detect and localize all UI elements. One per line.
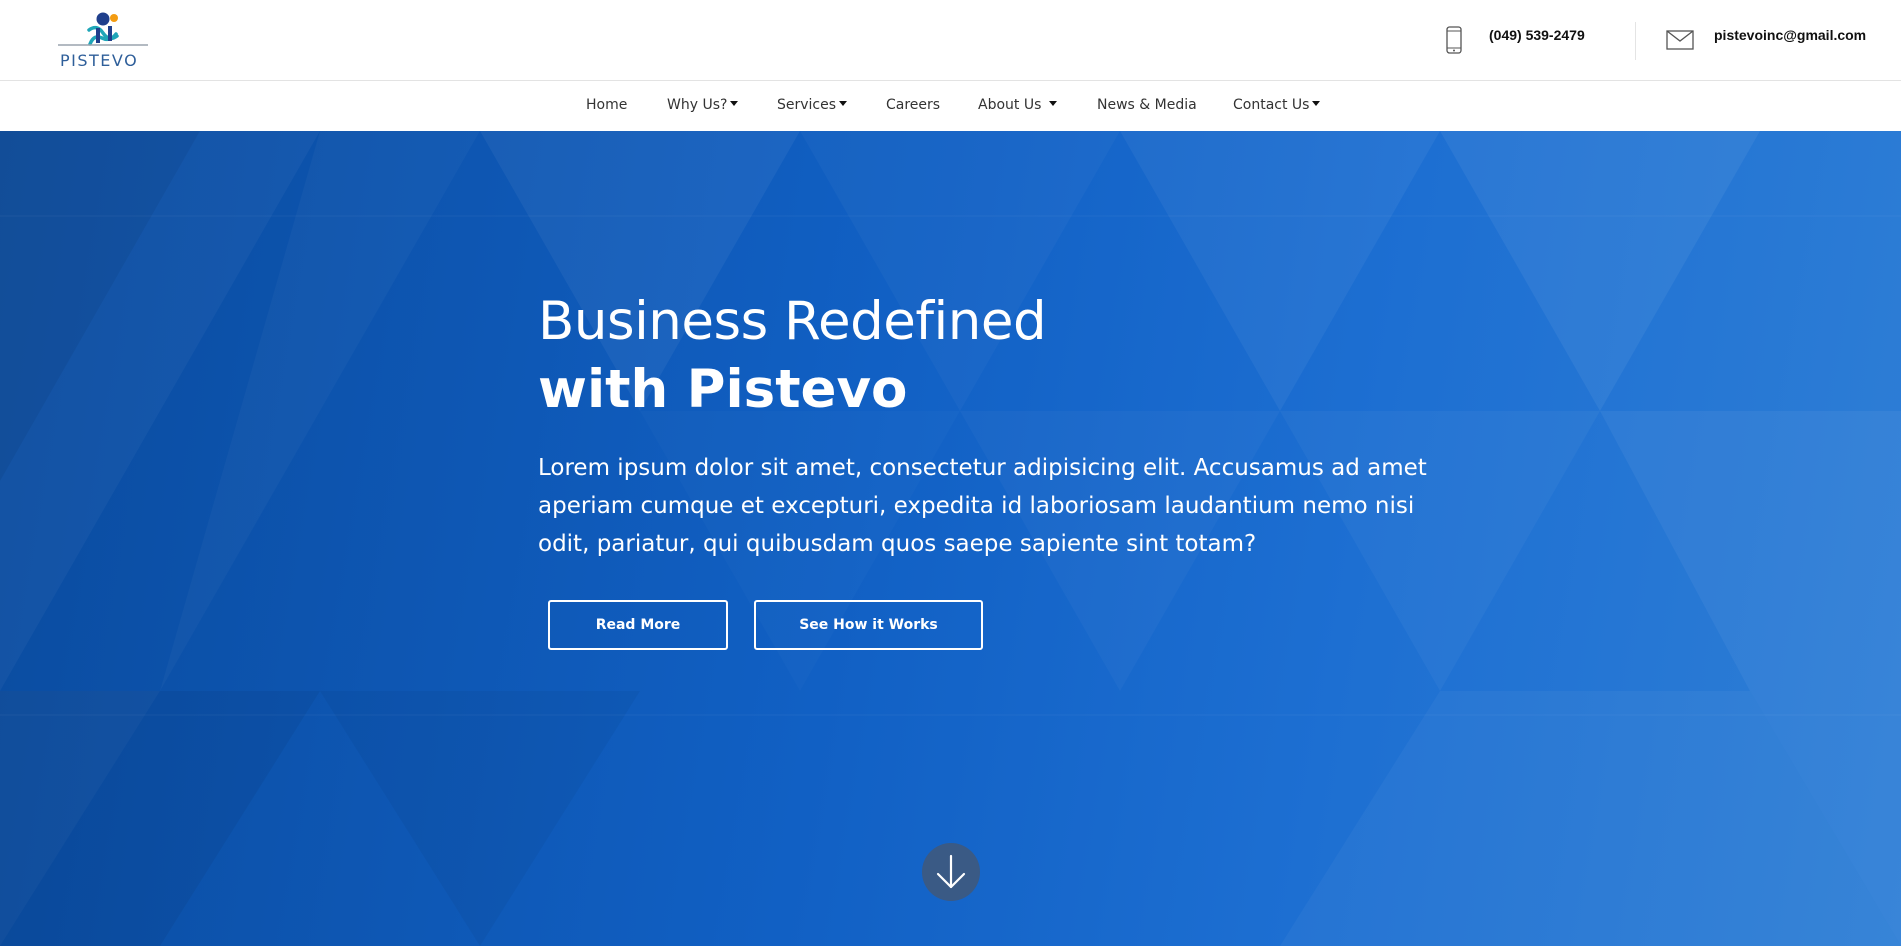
hero-banner: Business Redefined with Pistevo Lorem ip…	[0, 131, 1901, 946]
nav-item-services[interactable]: Services	[777, 97, 848, 113]
arrow-down-icon	[936, 854, 966, 889]
read-more-button[interactable]: Read More	[548, 600, 728, 650]
nav-item-label: Why Us?	[667, 97, 728, 113]
top-header: PISTEVO (049) 539-2479 pistevoinc@gmail.…	[0, 0, 1901, 81]
nav-item-contact-us[interactable]: Contact Us	[1233, 97, 1321, 113]
nav-item-label: About Us	[978, 97, 1042, 113]
envelope-icon	[1666, 30, 1694, 50]
scroll-down-button[interactable]	[922, 843, 980, 901]
contact-divider	[1635, 22, 1636, 60]
see-how-it-works-button[interactable]: See How it Works	[754, 600, 983, 650]
nav-item-home[interactable]: Home	[586, 97, 627, 113]
nav-item-careers[interactable]: Careers	[886, 97, 940, 113]
nav-item-why-us[interactable]: Why Us?	[667, 97, 739, 113]
phone-number: (049) 539-2479	[1489, 27, 1585, 43]
nav-item-label: News & Media	[1097, 97, 1197, 113]
nav-item-label: Home	[586, 97, 628, 113]
email-contact[interactable]: pistevoinc@gmail.com	[1666, 22, 1896, 58]
nav-item-label: Careers	[886, 97, 941, 113]
nav-item-news-media[interactable]: News & Media	[1097, 97, 1197, 113]
phone-contact[interactable]: (049) 539-2479	[1446, 22, 1596, 58]
hero-title-line-1: Business Redefined	[538, 291, 1047, 352]
nav-item-label: Services	[777, 97, 837, 113]
caret-down-icon	[730, 101, 739, 106]
main-navigation: Home Why Us? Services Careers About Us N…	[0, 82, 1901, 131]
nav-item-about-us[interactable]: About Us	[978, 97, 1057, 113]
caret-down-icon	[1048, 101, 1057, 106]
caret-down-icon	[839, 101, 848, 106]
hero-lead-text: Lorem ipsum dolor sit amet, consectetur …	[538, 455, 1427, 557]
nav-item-label: Contact Us	[1233, 97, 1310, 113]
hero-title-line-2: with Pistevo	[538, 359, 908, 420]
email-address: pistevoinc@gmail.com	[1714, 27, 1867, 43]
logo-text: PISTEVO	[60, 51, 139, 70]
caret-down-icon	[1312, 101, 1321, 106]
pistevo-logo[interactable]: PISTEVO	[56, 10, 150, 72]
mobile-phone-icon	[1446, 26, 1462, 54]
